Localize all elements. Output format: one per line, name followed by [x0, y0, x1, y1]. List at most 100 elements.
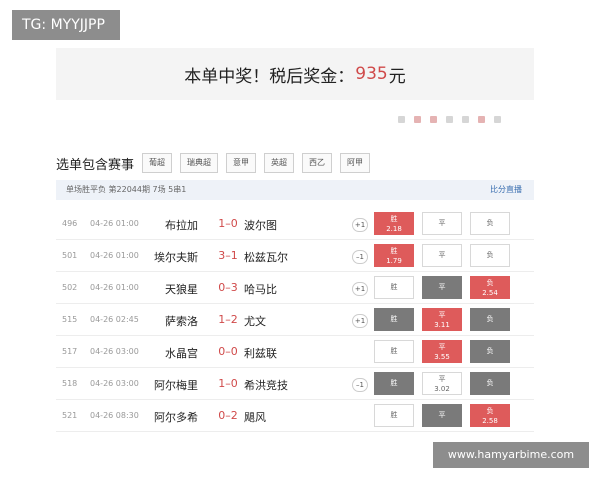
site-watermark: www.hamyarbime.com [433, 442, 589, 468]
home-team: 布拉加 [165, 219, 198, 232]
odds-cell[interactable]: 胜 2.18 [374, 212, 414, 235]
home-team: 阿尔多希 [154, 411, 198, 424]
league-chip[interactable]: 葡超 [142, 153, 173, 173]
odds-cell[interactable]: 负 [470, 244, 510, 267]
odds-label: 平 [438, 251, 446, 259]
match-score: 0–0 [218, 345, 238, 358]
league-chip[interactable]: 西乙 [302, 153, 333, 173]
odds-cell[interactable]: 负 [470, 340, 510, 363]
odds-cell[interactable]: 胜 [374, 404, 414, 427]
tg-watermark: TG: MYYJJPP [12, 10, 120, 40]
odds-cell[interactable]: 平 [422, 212, 462, 235]
match-time: 04-26 08:30 [90, 411, 139, 420]
away-team: 尤文 [244, 315, 266, 328]
match-time: 04-26 02:45 [90, 315, 139, 324]
blur-dot-icon [414, 116, 421, 123]
odds-value: 3.02 [434, 385, 450, 393]
odds-label: 胜 [390, 411, 398, 419]
odds-label: 平 [438, 311, 446, 319]
match-number: 521 [62, 411, 78, 420]
odds-value: 3.55 [434, 353, 450, 361]
home-team: 萨索洛 [165, 315, 198, 328]
home-team: 阿尔梅里 [154, 379, 198, 392]
odds-cell[interactable]: 胜 [374, 276, 414, 299]
odds-cell[interactable]: 胜 [374, 308, 414, 331]
league-filter-bar: 选单包含赛事 葡超 瑞典超 意甲 英超 西乙 阿甲 [56, 153, 378, 173]
live-score-link[interactable]: 比分直播 [490, 180, 522, 200]
odds-cell[interactable]: 平 3.11 [422, 308, 462, 331]
section-title: 选单包含赛事 [56, 157, 135, 173]
odds-cell[interactable]: 负 2.58 [470, 404, 510, 427]
match-number: 518 [62, 379, 78, 388]
handicap-badge: +1 [352, 282, 368, 296]
handicap-badge: +1 [352, 314, 368, 328]
home-team: 天狼星 [165, 283, 198, 296]
away-team: 波尔图 [244, 219, 277, 232]
match-number: 501 [62, 251, 78, 260]
match-score: 0–2 [218, 409, 238, 422]
odds-cell[interactable]: 平 [422, 404, 462, 427]
match-number: 502 [62, 283, 78, 292]
prize-suffix: 元 [388, 66, 406, 87]
match-row: 502 04-26 01:00 天狼星 0–3 哈马比 +1 胜 平 负 2.54 [56, 272, 534, 304]
odds-label: 平 [438, 283, 446, 291]
match-number: 517 [62, 347, 78, 356]
odds-label: 胜 [390, 247, 398, 255]
odds-cell[interactable]: 负 [470, 212, 510, 235]
match-score: 3–1 [218, 249, 238, 262]
odds-cell[interactable]: 平 [422, 276, 462, 299]
league-chip[interactable]: 瑞典超 [180, 153, 219, 173]
match-row: 521 04-26 08:30 阿尔多希 0–2 飓风 胜 平 负 2.58 [56, 400, 534, 432]
odds-cell[interactable]: 负 [470, 308, 510, 331]
bet-summary: 单场胜平负 第22044期 7场 5串1 [66, 185, 187, 194]
prize-prefix: 本单中奖！税后奖金： [184, 66, 355, 87]
league-chip[interactable]: 英超 [264, 153, 295, 173]
odds-cell[interactable]: 平 [422, 244, 462, 267]
odds-label: 胜 [390, 283, 398, 291]
odds-cell[interactable]: 平 3.02 [422, 372, 462, 395]
odds-label: 胜 [390, 215, 398, 223]
odds-label: 负 [486, 407, 494, 415]
odds-cell[interactable]: 胜 [374, 372, 414, 395]
match-row: 496 04-26 01:00 布拉加 1–0 波尔图 +1 胜 2.18 平 负 [56, 208, 534, 240]
odds-cell[interactable]: 负 [470, 372, 510, 395]
odds-value: 2.18 [386, 225, 402, 233]
match-time: 04-26 01:00 [90, 283, 139, 292]
handicap-badge: –1 [352, 378, 368, 392]
odds-cell[interactable]: 胜 [374, 340, 414, 363]
odds-cell[interactable]: 胜 1.79 [374, 244, 414, 267]
blur-dot-icon [398, 116, 405, 123]
odds-value: 1.79 [386, 257, 402, 265]
league-chip[interactable]: 阿甲 [340, 153, 371, 173]
away-team: 希洪竞技 [244, 379, 288, 392]
blur-dot-icon [430, 116, 437, 123]
prize-banner: 本单中奖！税后奖金： 935 元 [56, 48, 534, 100]
odds-label: 平 [438, 343, 446, 351]
odds-label: 胜 [390, 315, 398, 323]
odds-cell[interactable]: 平 3.55 [422, 340, 462, 363]
match-time: 04-26 03:00 [90, 379, 139, 388]
match-row: 517 04-26 03:00 水晶宫 0–0 利兹联 胜 平 3.55 负 [56, 336, 534, 368]
away-team: 松兹瓦尔 [244, 251, 288, 264]
away-team: 飓风 [244, 411, 266, 424]
blur-dot-icon [494, 116, 501, 123]
odds-cell[interactable]: 负 2.54 [470, 276, 510, 299]
bet-summary-header: 单场胜平负 第22044期 7场 5串1 比分直播 [56, 180, 534, 200]
odds-label: 平 [438, 375, 446, 383]
odds-label: 平 [438, 219, 446, 227]
league-chip[interactable]: 意甲 [226, 153, 257, 173]
blur-dot-icon [446, 116, 453, 123]
match-row: 518 04-26 03:00 阿尔梅里 1–0 希洪竞技 –1 胜 平 3.02 负 [56, 368, 534, 400]
odds-value: 3.11 [434, 321, 450, 329]
handicap-badge: –1 [352, 250, 368, 264]
home-team: 埃尔夫斯 [154, 251, 198, 264]
blurred-share-icons [398, 116, 501, 123]
odds-label: 胜 [390, 379, 398, 387]
odds-value: 2.58 [482, 417, 498, 425]
odds-label: 平 [438, 411, 446, 419]
match-score: 1–0 [218, 217, 238, 230]
match-score: 1–0 [218, 377, 238, 390]
match-score: 1–2 [218, 313, 238, 326]
handicap-badge: +1 [352, 218, 368, 232]
match-row: 501 04-26 01:00 埃尔夫斯 3–1 松兹瓦尔 –1 胜 1.79 平 负 [56, 240, 534, 272]
